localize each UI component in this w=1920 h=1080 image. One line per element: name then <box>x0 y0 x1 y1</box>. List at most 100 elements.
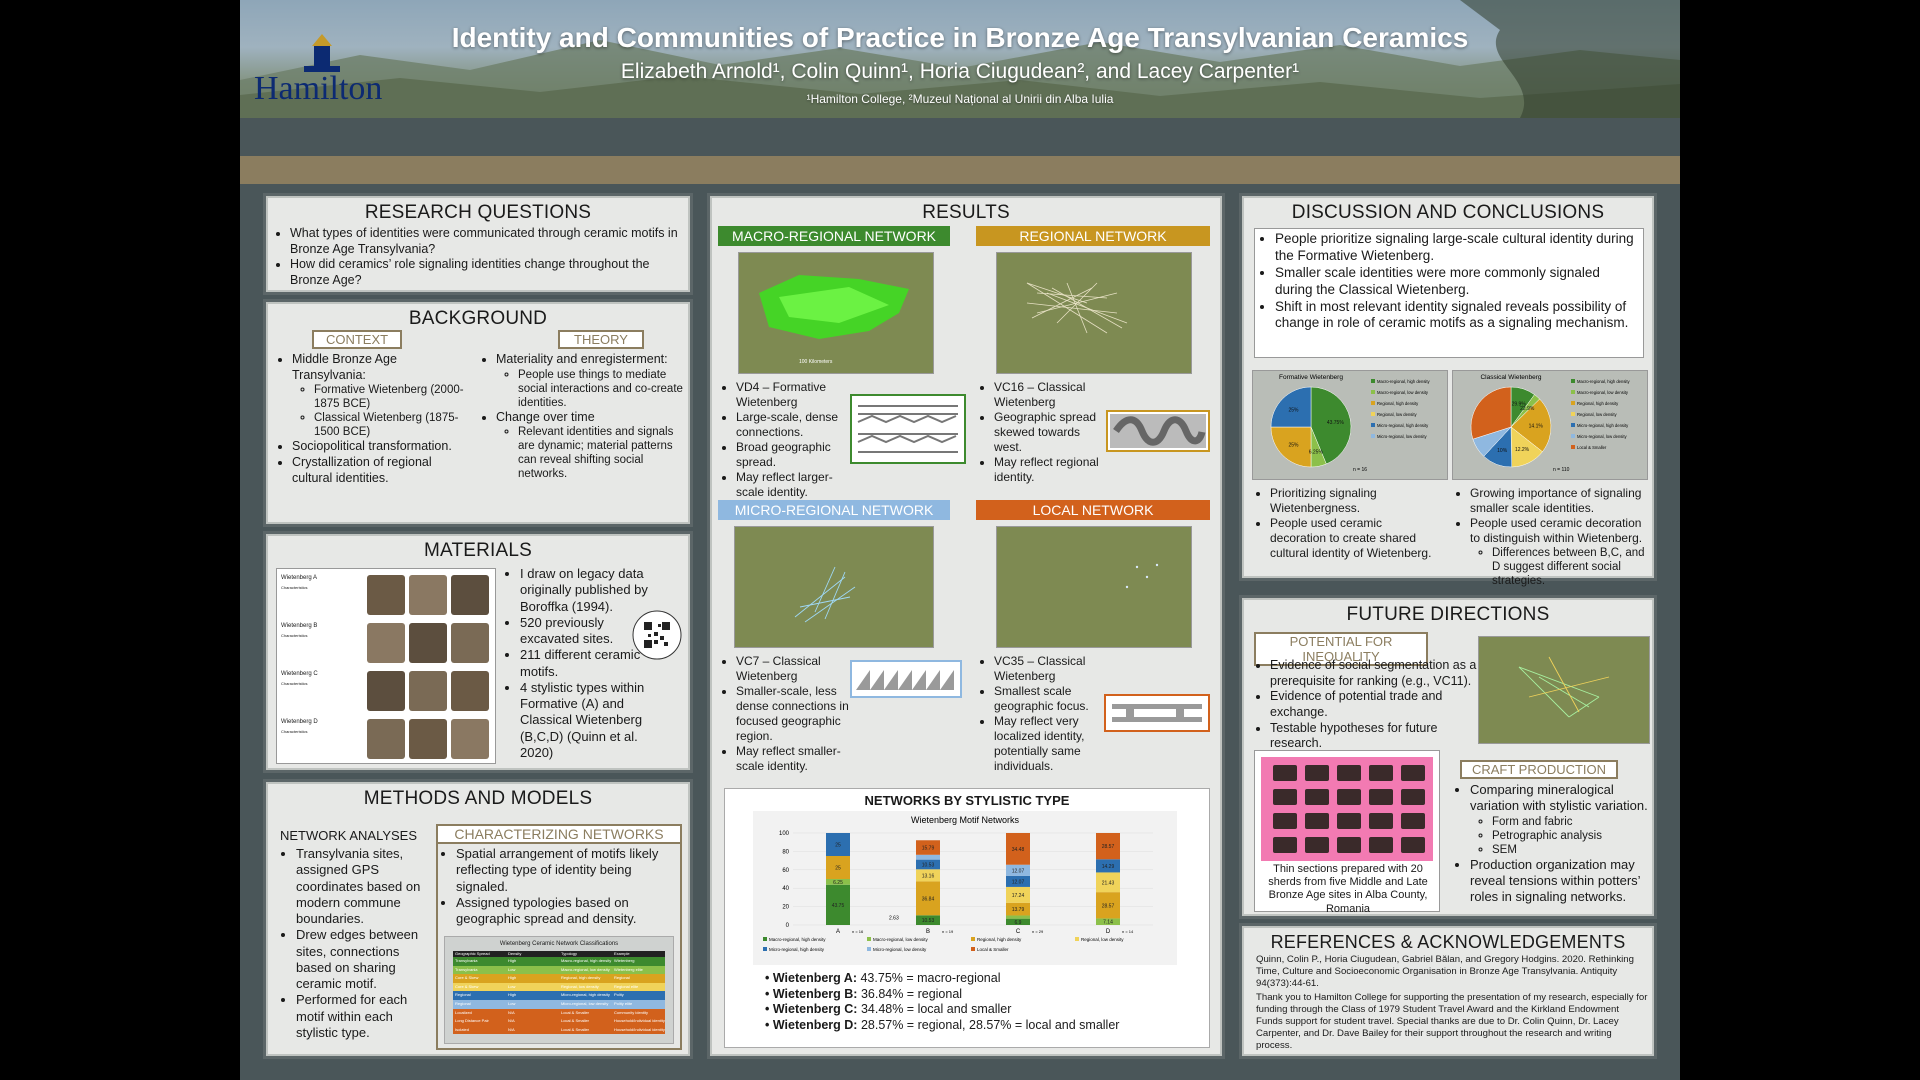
legend-label: Micro-regional, low density <box>873 947 927 952</box>
list-item: Evidence of social segmentation as a pre… <box>1270 658 1490 689</box>
qr-code-icon[interactable] <box>632 610 682 660</box>
theory-list: Materiality and enregisterment: People u… <box>480 352 684 481</box>
legend-label: Micro-regional, high density <box>1377 423 1429 428</box>
legend-label: Regional, low density <box>1081 937 1124 942</box>
sherd-photo <box>409 575 447 615</box>
list-item: Change over time Relevant identities and… <box>496 410 684 482</box>
table-cell: Household/Individual identity <box>614 1018 665 1024</box>
thin-section-slot <box>1401 813 1425 829</box>
bar-data-label: 13.79 <box>1012 907 1025 913</box>
poster-authors: Elizabeth Arnold¹, Colin Quinn¹, Horia C… <box>620 60 1300 83</box>
list-item: People use things to mediate social inte… <box>518 368 684 410</box>
research-questions-list: What types of identities were communicat… <box>274 226 680 289</box>
legend-swatch <box>1371 390 1375 394</box>
legend-swatch <box>971 937 975 941</box>
legend-label: Macro-regional, low density <box>873 937 929 942</box>
table-cell: Household/Individual identity <box>614 1026 665 1032</box>
list-item: People used ceramic decoration to create… <box>1270 516 1434 561</box>
table-cell: Macro-regional, low density <box>561 966 610 972</box>
table-cell: Regional elite <box>614 983 639 989</box>
sherd-photo <box>409 623 447 663</box>
legend-swatch <box>1571 401 1575 405</box>
list-item: I draw on legacy data originally publish… <box>520 566 654 615</box>
discussion-list: People prioritize signaling large-scale … <box>1259 231 1637 332</box>
table-cell: Transylvania <box>455 966 478 972</box>
sherd-photo <box>409 671 447 711</box>
sherd-photo <box>367 623 405 663</box>
table-row: Localized N/A Local & Smaller Community ide… <box>453 1008 665 1018</box>
legend-swatch <box>1371 412 1375 416</box>
micro-regional-map <box>734 526 934 648</box>
regional-map <box>996 252 1192 374</box>
bar-data-label: 10.53 <box>922 918 935 924</box>
legend-label: Macro-regional, high density <box>1377 379 1431 384</box>
thin-section-slot <box>1401 837 1425 853</box>
regional-label: REGIONAL NETWORK <box>976 226 1210 246</box>
local-motif-image <box>1104 694 1210 732</box>
table-cell: Regional <box>455 992 471 998</box>
stylistic-type-row: Wietenberg D Characteristics <box>281 717 493 761</box>
bar-count-label: n = 29 <box>1032 929 1044 934</box>
stylistic-type-sub: Characteristics <box>281 633 308 638</box>
legend-swatch <box>1371 434 1375 438</box>
craft-production-label: CRAFT PRODUCTION <box>1460 760 1618 779</box>
legend-label: Regional, high density <box>977 937 1022 942</box>
stylistic-type-row: Wietenberg C Characteristics <box>281 669 493 713</box>
bar-data-label: 13.16 <box>922 873 935 879</box>
legend-swatch <box>1571 390 1575 394</box>
thin-section-slot <box>1273 789 1297 805</box>
table-cell: Macro-regional, high density <box>561 958 612 963</box>
summary-label: • Wietenberg B: <box>765 986 861 1001</box>
logo-text: Hamilton <box>254 70 383 107</box>
table-cell: Core & Skew <box>455 975 479 981</box>
list-item: VC35 – Classical Wietenberg <box>994 654 1106 684</box>
table-cell: N/A <box>508 1018 515 1024</box>
legend-label: Regional, high density <box>1577 401 1619 406</box>
list-item: Petrographic analysis <box>1492 829 1650 843</box>
summary-item: • Wietenberg D: 28.57% = regional, 28.57… <box>765 1018 1185 1034</box>
table-cell: Wietenberg elite <box>614 966 643 972</box>
thin-section-slot <box>1305 765 1329 781</box>
stylistic-type-row: Wietenberg B Characteristics <box>281 621 493 665</box>
legend-swatch <box>1371 401 1375 405</box>
results-title: RESULTS <box>922 202 1010 223</box>
bar-data-label: 14.29 <box>1102 864 1115 870</box>
classification-table-title: Wietenberg Ceramic Network Classificatio… <box>499 941 619 947</box>
bar-data-label: 12.07 <box>1012 868 1025 874</box>
poster-affiliations: ¹Hamilton College, ²Muzeul Național al U… <box>806 92 1114 106</box>
classification-table: Wietenberg Ceramic Network Classificatio… <box>444 936 674 1044</box>
summary-text: 43.75% = macro-regional <box>860 971 1001 985</box>
characterizing-networks-title: CHARACTERIZING NETWORKS <box>438 826 680 844</box>
stylistic-type-title: NETWORKS BY STYLISTIC TYPE <box>864 793 1070 808</box>
x-tick-label: D <box>1106 929 1111 935</box>
local-network-graph <box>1125 563 1159 589</box>
list-item: Form and fabric <box>1492 815 1650 829</box>
list-item: May reflect regional identity. <box>994 455 1106 485</box>
network-analyses-list: Transylvania sites, assigned GPS coordin… <box>280 846 428 1041</box>
header-banner: Hamilton Identity and Communities of Pra… <box>240 0 1680 118</box>
legend-swatch <box>1571 445 1575 449</box>
table-row: Core & Skew High Regional, high density Reg… <box>453 974 665 983</box>
sherd-photo <box>451 623 489 663</box>
formative-pie-chart: Formative Wietenberg 43.75% 6.25% 25% 25% Mac… <box>1270 374 1431 473</box>
thin-section-slot <box>1305 789 1329 805</box>
classical-list: Growing importance of signaling smaller … <box>1454 486 1650 588</box>
legend-swatch <box>1571 379 1575 383</box>
legend-label: Local & Smaller <box>977 947 1009 952</box>
legend-swatch <box>1571 412 1575 416</box>
summary-item: • Wietenberg A: 43.75% = macro-regional <box>765 971 1185 987</box>
thin-section-figure: Thin sections prepared with 20 sherds fr… <box>1254 750 1440 915</box>
list-item: Geographic spread skewed towards west. <box>994 410 1106 455</box>
summary-label: • Wietenberg D: <box>765 1017 861 1032</box>
bar-data-label: 12.07 <box>1012 879 1025 885</box>
wietenberg-bar-chart: Wietenberg Motif Networks02040608010043.… <box>753 811 1177 965</box>
classical-pie-box: Classical Wietenberg 29.9% 22.9% 14.1% 12.2%… <box>1452 370 1648 480</box>
legend-label: Micro-regional, low density <box>1377 434 1427 439</box>
bar-data-label: 6.25 <box>833 880 843 886</box>
references-title: REFERENCES & ACKNOWLEDGEMENTS <box>1270 932 1626 952</box>
table-cell: Micro-regional, low density <box>561 1000 609 1006</box>
bar-count-label: n = 19 <box>942 929 954 934</box>
pie-slice-label: 14.1% <box>1529 424 1544 430</box>
future-panel: FUTURE DIRECTIONS POTENTIAL FOR INEQUALI… <box>1239 595 1657 919</box>
micro-network-graph <box>794 566 856 623</box>
